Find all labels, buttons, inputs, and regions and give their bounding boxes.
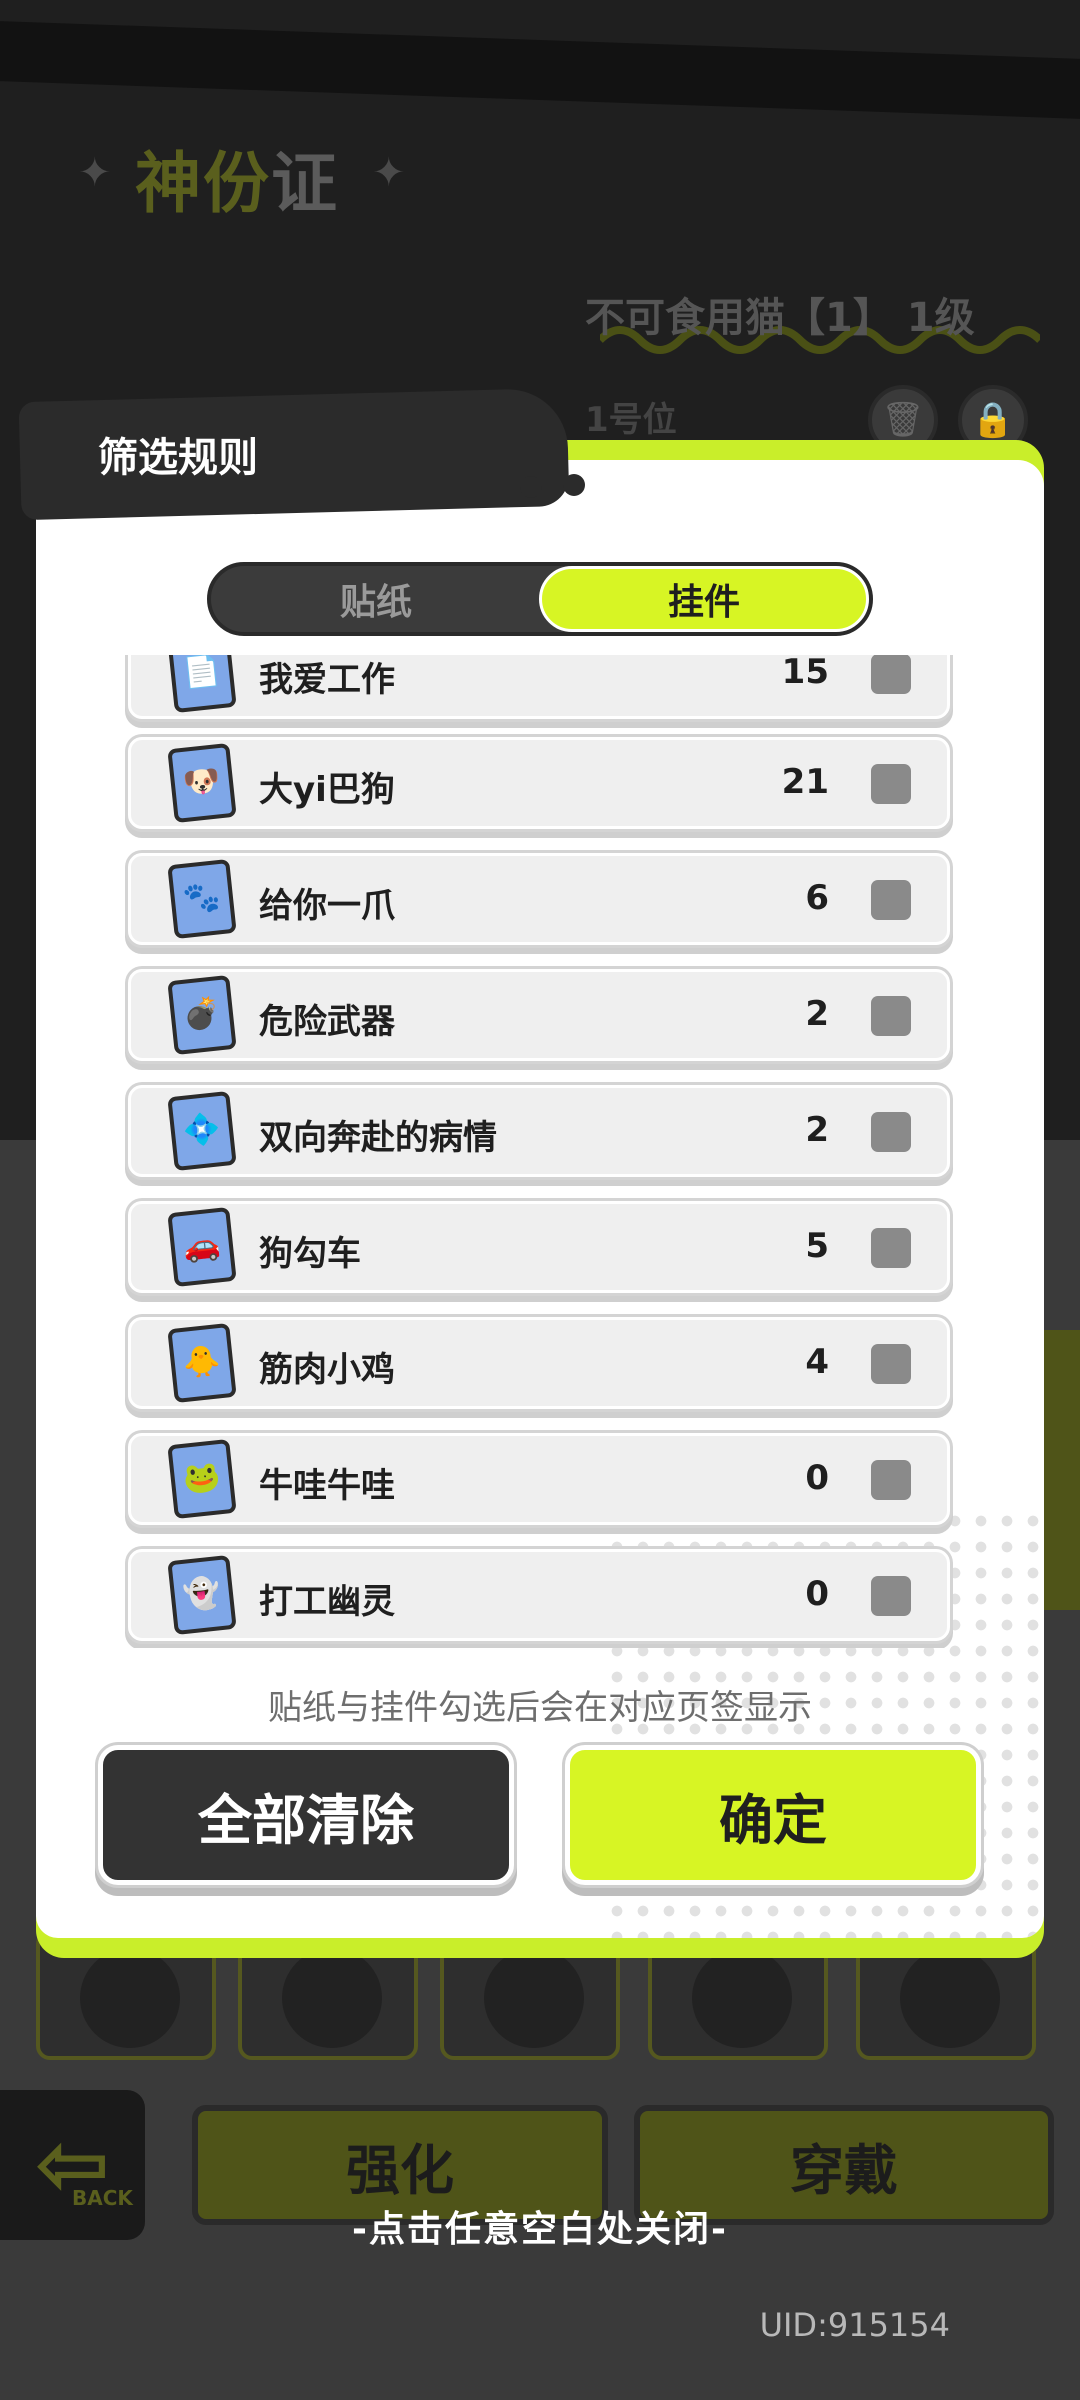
item-checkbox[interactable] (871, 880, 911, 920)
item-name: 我爱工作 (259, 660, 395, 700)
list-item[interactable]: 💣 危险武器 2 (128, 969, 950, 1061)
background-cat-label: 不可食用猫【1】 1级 (585, 295, 975, 341)
item-checkbox[interactable] (871, 1228, 911, 1268)
background-lime-strip (1040, 1330, 1080, 1610)
item-name: 打工幽灵 (259, 1582, 395, 1622)
filter-note: 贴纸与挂件勾选后会在对应页签显示 (268, 1688, 812, 1728)
background-title-part2: 证 (271, 145, 339, 222)
uid-label: UID:915154 (759, 2306, 950, 2344)
list-item[interactable]: 👻 打工幽灵 0 (128, 1549, 950, 1641)
tab-pendants[interactable]: 挂件 (539, 566, 869, 632)
tab-switcher: 贴纸 挂件 (207, 562, 873, 636)
pendant-icon: 💠 (167, 1090, 237, 1172)
pendant-icon: 🚗 (167, 1206, 237, 1288)
confirm-button[interactable]: 确定 (565, 1745, 981, 1885)
item-count: 2 (805, 1110, 829, 1150)
list-item[interactable]: 📄 我爱工作 15 (128, 655, 950, 719)
close-hint[interactable]: -点击任意空白处关闭- (0, 2200, 1080, 2252)
item-name: 给你一爪 (259, 886, 395, 926)
item-checkbox[interactable] (871, 996, 911, 1036)
pendant-icon: 🐸 (167, 1438, 237, 1520)
item-checkbox[interactable] (871, 764, 911, 804)
list-item[interactable]: 🐶 大yi巴狗 21 (128, 737, 950, 829)
item-name: 危险武器 (259, 1002, 395, 1042)
item-count: 15 (781, 655, 829, 692)
item-count: 6 (805, 878, 829, 918)
modal-title: 筛选规则 (98, 435, 258, 481)
item-name: 双向奔赴的病情 (259, 1118, 497, 1158)
list-item[interactable]: 🚗 狗勾车 5 (128, 1201, 950, 1293)
pendant-icon: 💣 (167, 974, 237, 1056)
header-dot-decoration (520, 476, 542, 498)
tab-stickers[interactable]: 贴纸 (211, 566, 541, 632)
pendant-icon: 🐥 (167, 1322, 237, 1404)
sparkle-icon: ✦ (78, 150, 112, 196)
item-count: 0 (805, 1574, 829, 1614)
item-checkbox[interactable] (871, 655, 911, 694)
background-title-part1: 神份 (135, 145, 271, 222)
item-name: 大yi巴狗 (259, 770, 395, 810)
list-item[interactable]: 🐸 牛哇牛哇 0 (128, 1433, 950, 1525)
list-item[interactable]: 🐥 筋肉小鸡 4 (128, 1317, 950, 1409)
item-checkbox[interactable] (871, 1460, 911, 1500)
item-count: 5 (805, 1226, 829, 1266)
background-title: 神份证 (135, 130, 339, 226)
item-count: 4 (805, 1342, 829, 1382)
header-dot-decoration (563, 474, 585, 496)
item-count: 2 (805, 994, 829, 1034)
list-item[interactable]: 🐾 给你一爪 6 (128, 853, 950, 945)
pendant-icon: 👻 (167, 1554, 237, 1636)
clear-all-button[interactable]: 全部清除 (98, 1745, 514, 1885)
item-count: 0 (805, 1458, 829, 1498)
item-checkbox[interactable] (871, 1112, 911, 1152)
item-count: 21 (781, 762, 829, 802)
pendant-icon: 🐾 (167, 858, 237, 940)
background-slot-label: 1号位 (585, 400, 677, 440)
item-name: 筋肉小鸡 (259, 1350, 395, 1390)
list-item[interactable]: 💠 双向奔赴的病情 2 (128, 1085, 950, 1177)
sparkle-icon: ✦ (372, 150, 406, 196)
item-name: 牛哇牛哇 (259, 1466, 395, 1506)
pendant-icon: 📄 (167, 655, 237, 714)
pendant-icon: 🐶 (167, 742, 237, 824)
item-checkbox[interactable] (871, 1344, 911, 1384)
pendant-list[interactable]: 📄 我爱工作 15 🐶 大yi巴狗 21 🐾 给你一爪 6 💣 危险武器 2 💠… (120, 655, 960, 1648)
item-name: 狗勾车 (259, 1234, 361, 1274)
item-checkbox[interactable] (871, 1576, 911, 1616)
